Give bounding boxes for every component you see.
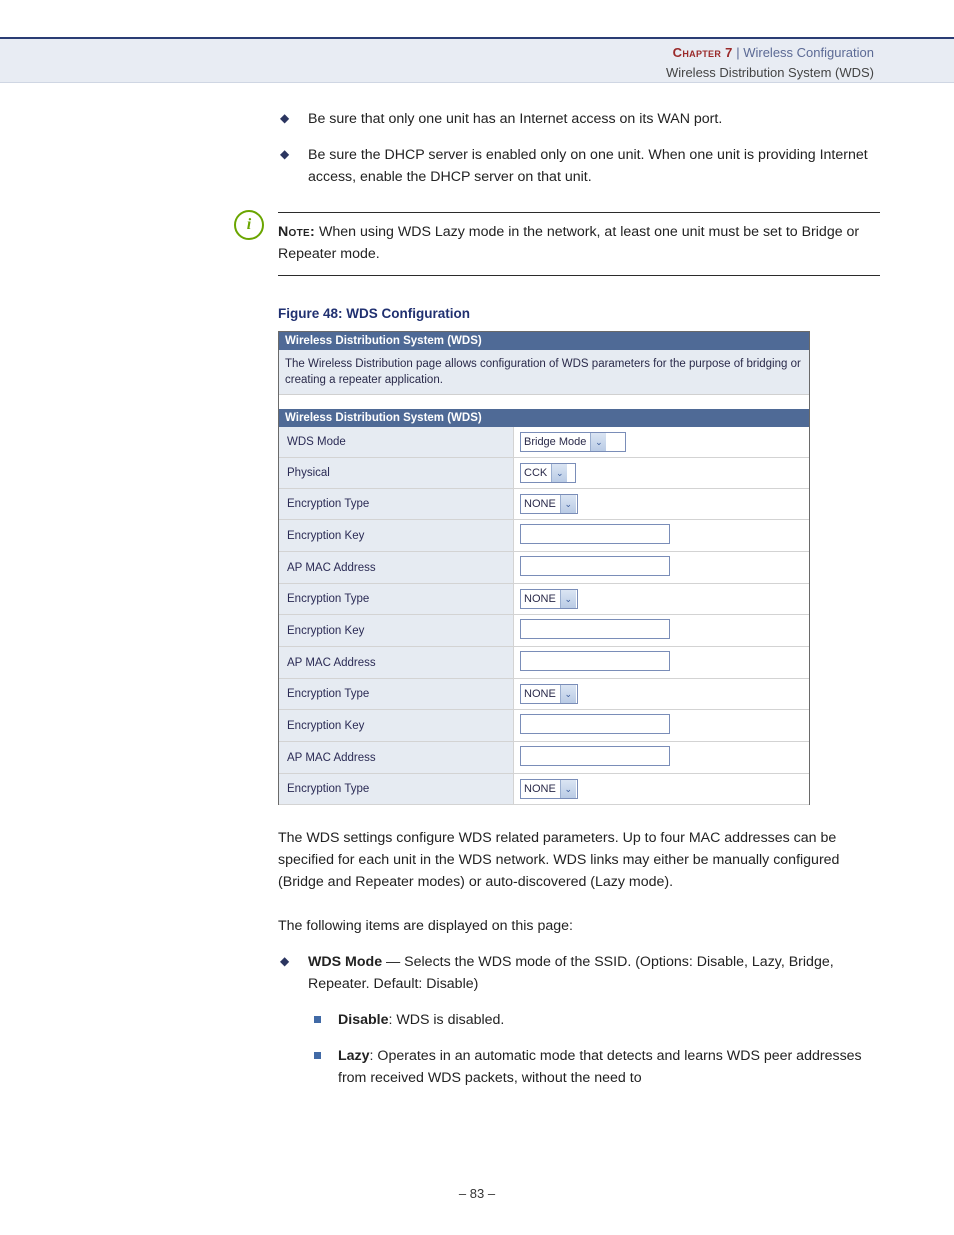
figure-row-label: Encryption Key: [279, 615, 514, 646]
select-value: NONE: [521, 783, 560, 795]
figure-row: WDS Mode Bridge Mode⌄: [279, 427, 809, 458]
input-encryption-key[interactable]: [520, 714, 670, 734]
figure-row: Encryption Key: [279, 710, 809, 742]
figure-row-label: Encryption Key: [279, 520, 514, 551]
select-value: NONE: [521, 593, 560, 605]
figure-row-value: [514, 742, 809, 773]
input-ap-mac-address[interactable]: [520, 556, 670, 576]
select-encryption-type[interactable]: NONE⌄: [520, 684, 578, 704]
bullet-item: Be sure that only one unit has an Intern…: [278, 108, 880, 130]
input-encryption-key[interactable]: [520, 524, 670, 544]
page-header: Chapter 7 | Wireless Configuration Wirel…: [0, 37, 954, 83]
chevron-down-icon: ⌄: [560, 495, 576, 513]
chapter-title: Wireless Configuration: [743, 45, 874, 60]
top-bullet-list: Be sure that only one unit has an Intern…: [278, 108, 880, 188]
item-bullet-list: WDS Mode — Selects the WDS mode of the S…: [278, 951, 880, 995]
figure-row-value: Bridge Mode⌄: [514, 428, 809, 456]
chevron-down-icon: ⌄: [560, 780, 576, 798]
figure-row: Physical CCK⌄: [279, 458, 809, 489]
figure-row: AP MAC Address: [279, 742, 809, 774]
sub-bullet-item: Disable: WDS is disabled.: [314, 1009, 880, 1031]
figure-row-value: [514, 647, 809, 678]
chevron-down-icon: ⌄: [590, 433, 606, 451]
figure-row-label: WDS Mode: [279, 427, 514, 457]
bullet-item: WDS Mode — Selects the WDS mode of the S…: [278, 951, 880, 995]
figure-row-value: [514, 710, 809, 741]
item-sep: —: [382, 954, 404, 970]
figure-row: Encryption Key: [279, 520, 809, 552]
figure-row-label: Encryption Key: [279, 710, 514, 741]
figure-panel-title: Wireless Distribution System (WDS): [279, 332, 809, 350]
figure-row-value: NONE⌄: [514, 680, 809, 708]
figure-row-label: Encryption Type: [279, 584, 514, 614]
select-value: CCK: [521, 467, 551, 479]
sub-item-text: : Operates in an automatic mode that det…: [338, 1048, 862, 1086]
figure-row-label: Encryption Type: [279, 489, 514, 519]
figure-caption: Figure 48: WDS Configuration: [278, 306, 880, 321]
header-separator: |: [733, 45, 744, 60]
select-value: NONE: [521, 498, 560, 510]
body-paragraph: The WDS settings configure WDS related p…: [278, 827, 880, 893]
select-wds-mode[interactable]: Bridge Mode⌄: [520, 432, 626, 452]
figure-row-value: NONE⌄: [514, 585, 809, 613]
sub-bullet-list: Disable: WDS is disabled. Lazy: Operates…: [278, 1009, 880, 1089]
sub-item-text: : WDS is disabled.: [388, 1012, 504, 1028]
note-label: Note:: [278, 224, 315, 240]
figure-row-label: AP MAC Address: [279, 647, 514, 678]
chevron-down-icon: ⌄: [560, 590, 576, 608]
figure-row-label: AP MAC Address: [279, 742, 514, 773]
sub-bullet-item: Lazy: Operates in an automatic mode that…: [314, 1045, 880, 1089]
figure-row-value: NONE⌄: [514, 775, 809, 803]
figure-row-value: NONE⌄: [514, 490, 809, 518]
input-encryption-key[interactable]: [520, 619, 670, 639]
select-encryption-type[interactable]: NONE⌄: [520, 779, 578, 799]
figure-row-label: Physical: [279, 458, 514, 488]
body-paragraph: The following items are displayed on thi…: [278, 915, 880, 937]
select-encryption-type[interactable]: NONE⌄: [520, 589, 578, 609]
figure-section-title: Wireless Distribution System (WDS): [279, 409, 809, 427]
select-value: NONE: [521, 688, 560, 700]
input-ap-mac-address[interactable]: [520, 651, 670, 671]
figure-row: Encryption Type NONE⌄: [279, 584, 809, 615]
figure-row-value: [514, 615, 809, 646]
figure-row: Encryption Key: [279, 615, 809, 647]
header-subtitle: Wireless Distribution System (WDS): [0, 63, 874, 83]
note-block: i Note: When using WDS Lazy mode in the …: [278, 202, 880, 276]
figure-panel-desc: The Wireless Distribution page allows co…: [279, 350, 809, 395]
wds-config-figure: Wireless Distribution System (WDS) The W…: [278, 331, 810, 805]
figure-row: Encryption Type NONE⌄: [279, 679, 809, 710]
figure-row-value: CCK⌄: [514, 459, 809, 487]
select-value: Bridge Mode: [521, 436, 590, 448]
figure-row-label: Encryption Type: [279, 774, 514, 804]
page-number: – 83 –: [0, 1186, 954, 1201]
input-ap-mac-address[interactable]: [520, 746, 670, 766]
figure-row: Encryption Type NONE⌄: [279, 774, 809, 805]
select-physical[interactable]: CCK⌄: [520, 463, 576, 483]
sub-item-bold: Disable: [338, 1012, 388, 1028]
item-bold: WDS Mode: [308, 954, 382, 970]
figure-row-label: Encryption Type: [279, 679, 514, 709]
figure-row-value: [514, 520, 809, 551]
note-text: When using WDS Lazy mode in the network,…: [278, 224, 859, 262]
chapter-label: Chapter 7: [673, 45, 733, 60]
chevron-down-icon: ⌄: [551, 464, 567, 482]
bullet-item: Be sure the DHCP server is enabled only …: [278, 144, 880, 188]
info-icon: i: [234, 210, 264, 240]
select-encryption-type[interactable]: NONE⌄: [520, 494, 578, 514]
figure-row: Encryption Type NONE⌄: [279, 489, 809, 520]
figure-row: AP MAC Address: [279, 647, 809, 679]
figure-row-value: [514, 552, 809, 583]
figure-row-label: AP MAC Address: [279, 552, 514, 583]
figure-row: AP MAC Address: [279, 552, 809, 584]
chevron-down-icon: ⌄: [560, 685, 576, 703]
sub-item-bold: Lazy: [338, 1048, 370, 1064]
